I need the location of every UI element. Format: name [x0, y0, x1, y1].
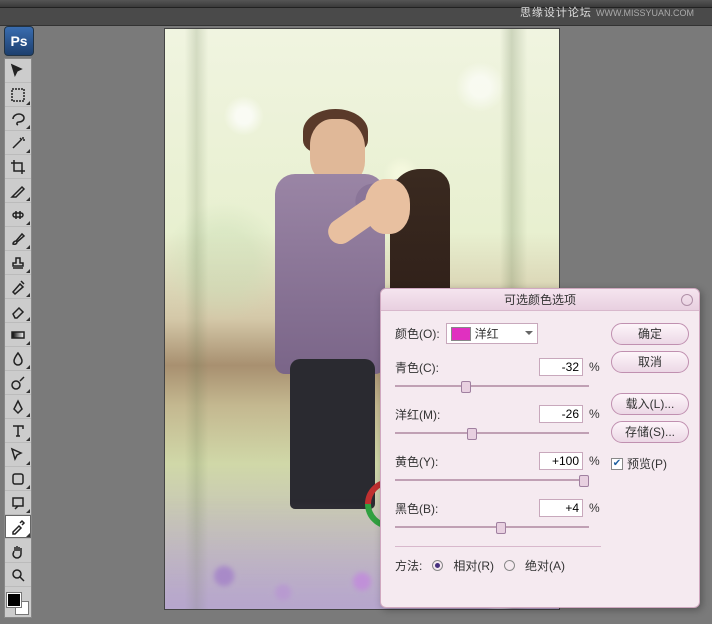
lasso-tool[interactable]	[5, 107, 31, 131]
yellow-input[interactable]	[539, 452, 583, 470]
dodge-tool[interactable]	[5, 371, 31, 395]
gradient-tool[interactable]	[5, 323, 31, 347]
absolute-radio[interactable]	[504, 560, 515, 571]
black-input[interactable]	[539, 499, 583, 517]
percent: %	[589, 501, 601, 515]
ok-button[interactable]: 确定	[611, 323, 689, 345]
percent: %	[589, 360, 601, 374]
relative-radio[interactable]	[432, 560, 443, 571]
dialog-title: 可选颜色选项	[504, 293, 576, 307]
absolute-label: 绝对(A)	[525, 557, 565, 574]
dialog-menu-icon[interactable]	[681, 294, 693, 306]
cyan-input[interactable]	[539, 358, 583, 376]
color-dropdown[interactable]: 洋红	[446, 323, 538, 344]
zoom-tool[interactable]	[5, 563, 31, 587]
app-logo: Ps	[4, 26, 34, 56]
watermark: 思缘设计论坛 WWW.MISSYUAN.COM	[520, 4, 694, 20]
cyan-slider[interactable]	[395, 379, 589, 393]
shape-tool[interactable]	[5, 467, 31, 491]
watermark-text: 思缘设计论坛	[520, 7, 592, 19]
wand-tool[interactable]	[5, 131, 31, 155]
dropdown-arrow-icon	[525, 331, 533, 339]
black-label: 黑色(B):	[395, 500, 533, 517]
hand-tool[interactable]	[5, 539, 31, 563]
yellow-label: 黄色(Y):	[395, 453, 533, 470]
save-button[interactable]: 存储(S)...	[611, 421, 689, 443]
magenta-slider[interactable]	[395, 426, 589, 440]
selective-color-dialog: 可选颜色选项 颜色(O): 洋红 青色(C): %	[380, 288, 700, 608]
magenta-label: 洋红(M):	[395, 406, 533, 423]
method-label: 方法:	[395, 557, 422, 574]
watermark-url: WWW.MISSYUAN.COM	[596, 8, 694, 18]
spot-heal-tool[interactable]	[5, 203, 31, 227]
yellow-slider[interactable]	[395, 473, 589, 487]
preview-checkbox[interactable]: ✔	[611, 458, 623, 470]
cancel-button[interactable]: 取消	[611, 351, 689, 373]
crop-tool[interactable]	[5, 155, 31, 179]
dialog-titlebar[interactable]: 可选颜色选项	[381, 289, 699, 311]
relative-label: 相对(R)	[453, 557, 494, 574]
eraser-tool[interactable]	[5, 299, 31, 323]
color-swatch[interactable]	[5, 591, 31, 617]
marquee-tool[interactable]	[5, 83, 31, 107]
divider	[395, 546, 601, 547]
color-label: 颜色(O):	[395, 325, 440, 342]
brush-tool[interactable]	[5, 227, 31, 251]
stamp-tool[interactable]	[5, 251, 31, 275]
slice-tool[interactable]	[5, 179, 31, 203]
magenta-input[interactable]	[539, 405, 583, 423]
notes-tool[interactable]	[5, 491, 31, 515]
preview-label: 预览(P)	[627, 455, 667, 472]
pen-tool[interactable]	[5, 395, 31, 419]
load-button[interactable]: 载入(L)...	[611, 393, 689, 415]
app-logo-text: Ps	[10, 33, 27, 49]
path-tool[interactable]	[5, 443, 31, 467]
move-tool[interactable]	[5, 59, 31, 83]
black-slider[interactable]	[395, 520, 589, 534]
cyan-label: 青色(C):	[395, 359, 533, 376]
blur-tool[interactable]	[5, 347, 31, 371]
type-tool[interactable]	[5, 419, 31, 443]
history-brush-tool[interactable]	[5, 275, 31, 299]
magenta-swatch-icon	[451, 327, 471, 341]
percent: %	[589, 407, 601, 421]
eyedropper-tool[interactable]	[5, 515, 31, 539]
color-name: 洋红	[475, 325, 499, 342]
percent: %	[589, 454, 601, 468]
toolbar	[4, 58, 32, 618]
